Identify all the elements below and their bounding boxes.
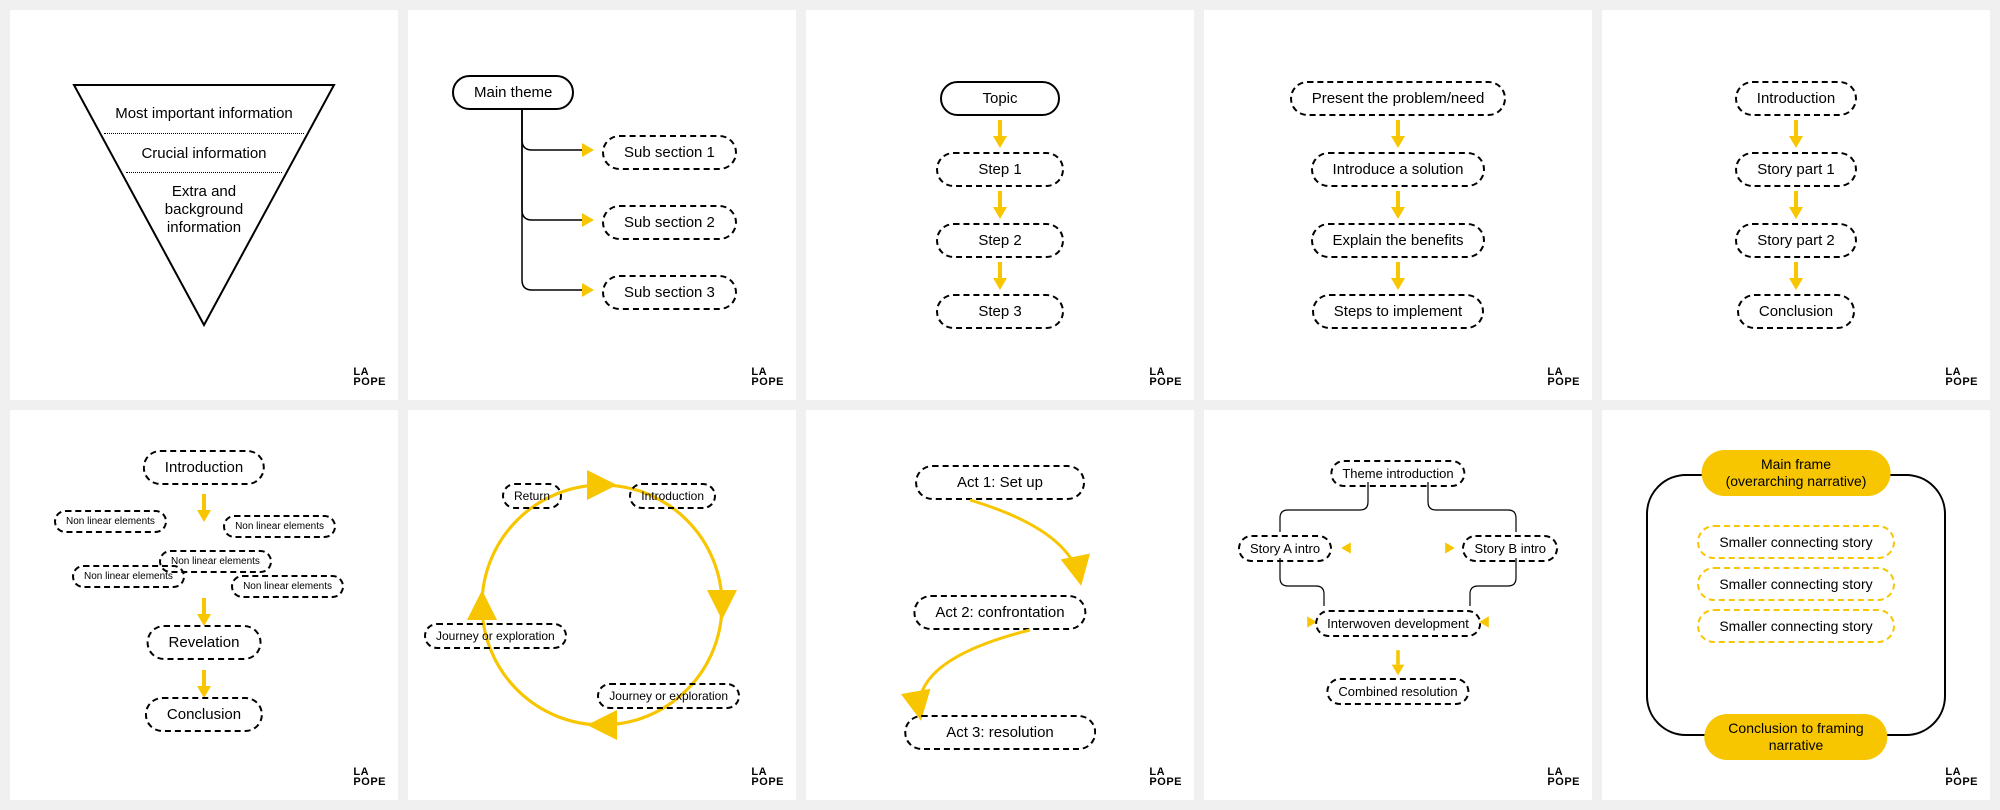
tri-line-3: Extra and — [64, 183, 344, 200]
prob-pill-1: Present the problem/need — [1290, 81, 1507, 116]
nl-2: Non linear elements — [223, 515, 336, 538]
watermark: LAPOPE — [1547, 768, 1580, 788]
arrow-down-icon — [1789, 136, 1803, 148]
card-topic-steps: Topic Step 1 Step 2 Step 3 LAPOPE — [806, 10, 1194, 400]
circle-node-journey-2: Journey or exploration — [424, 623, 567, 649]
card-inverted-pyramid: Most important information Crucial infor… — [10, 10, 398, 400]
watermark: LAPOPE — [353, 768, 386, 788]
act-1-pill: Act 1: Set up — [915, 465, 1085, 500]
branch-lines — [512, 110, 602, 310]
arrow-down-icon — [1392, 665, 1405, 676]
frame-l2: (overarching narrative) — [1726, 473, 1867, 489]
tri-line-2: Crucial information — [64, 145, 344, 162]
sub-pill-3: Sub section 3 — [602, 275, 737, 310]
frame-l1: Main frame — [1761, 456, 1831, 472]
main-frame-pill: Main frame (overarching narrative) — [1702, 450, 1891, 496]
step-pill-2: Step 2 — [936, 223, 1063, 258]
act-3-pill: Act 3: resolution — [904, 715, 1096, 750]
watermark: LAPOPE — [1945, 368, 1978, 388]
arrow-down-icon — [1789, 278, 1803, 290]
act-arrow-1 — [890, 500, 1130, 600]
story-pill-2: Smaller connecting story — [1697, 567, 1894, 601]
arrow-down-icon — [1789, 207, 1803, 219]
card-problem-solution: Present the problem/need Introduce a sol… — [1204, 10, 1592, 400]
sub-pill-2: Sub section 2 — [602, 205, 737, 240]
act-2-pill: Act 2: confrontation — [913, 595, 1086, 630]
topic-pill: Topic — [940, 81, 1059, 116]
arrow-down-icon — [993, 278, 1007, 290]
watermark: LAPOPE — [751, 768, 784, 788]
watermark: LAPOPE — [353, 368, 386, 388]
arrow-down-icon — [1391, 278, 1405, 290]
conclusion-frame-pill: Conclusion to framing narrative — [1704, 714, 1887, 760]
main-theme-pill: Main theme — [452, 75, 574, 110]
card-nonlinear: Introduction Non linear elements Non lin… — [10, 410, 398, 800]
split-lines — [1228, 482, 1568, 542]
story-pill-4: Conclusion — [1737, 294, 1855, 329]
step-pill-3: Step 3 — [936, 294, 1063, 329]
conc-l1: Conclusion to framing — [1728, 720, 1863, 736]
story-pill-1: Smaller connecting story — [1697, 525, 1894, 559]
tri-line-4: background — [64, 201, 344, 218]
circle-node-journey-1: Journey or exploration — [597, 683, 740, 709]
arrow-right-icon — [582, 283, 594, 297]
revelation-pill: Revelation — [147, 625, 262, 660]
interwoven-pill: Interwoven development — [1315, 610, 1481, 637]
nl-4: Non linear elements — [72, 565, 185, 588]
arrow-down-icon — [993, 136, 1007, 148]
arrow-down-icon — [197, 510, 211, 522]
nl-5: Non linear elements — [231, 575, 344, 598]
story-pill-3: Smaller connecting story — [1697, 609, 1894, 643]
conc-l2: narrative — [1769, 737, 1823, 753]
arrow-down-icon — [1391, 136, 1405, 148]
watermark: LAPOPE — [1149, 368, 1182, 388]
tri-line-5: information — [64, 219, 344, 236]
watermark: LAPOPE — [1149, 768, 1182, 788]
resolution-pill: Combined resolution — [1326, 678, 1469, 705]
card-three-acts: Act 1: Set up Act 2: confrontation Act 3… — [806, 410, 1194, 800]
arrow-right-icon — [1445, 542, 1455, 553]
tri-line-1: Most important information — [64, 105, 344, 122]
arrow-left-icon — [1341, 542, 1351, 553]
card-story-structure: Introduction Story part 1 Story part 2 C… — [1602, 10, 1990, 400]
story-pill-1: Introduction — [1735, 81, 1857, 116]
merge-lines — [1228, 558, 1568, 618]
arrow-down-icon — [1391, 207, 1405, 219]
card-framing-narrative: Main frame (overarching narrative) Small… — [1602, 410, 1990, 800]
step-pill-1: Step 1 — [936, 152, 1063, 187]
prob-pill-3: Explain the benefits — [1311, 223, 1486, 258]
diagram-grid: Most important information Crucial infor… — [0, 0, 2000, 810]
card-main-theme: Main theme Sub section 1 Sub section 2 S… — [408, 10, 796, 400]
circle-node-return: Return — [502, 483, 562, 509]
conclusion-pill: Conclusion — [145, 697, 263, 732]
arrow-right-icon — [582, 213, 594, 227]
intro-pill: Introduction — [143, 450, 265, 485]
card-interwoven: Theme introduction Story A intro Story B… — [1204, 410, 1592, 800]
sub-pill-1: Sub section 1 — [602, 135, 737, 170]
arrow-down-icon — [993, 207, 1007, 219]
watermark: LAPOPE — [1945, 768, 1978, 788]
story-pill-2: Story part 1 — [1735, 152, 1857, 187]
card-circular-journey: Introduction Journey or exploration Jour… — [408, 410, 796, 800]
arrow-right-icon — [582, 143, 594, 157]
circle-node-intro: Introduction — [629, 483, 716, 509]
prob-pill-2: Introduce a solution — [1311, 152, 1486, 187]
prob-pill-4: Steps to implement — [1312, 294, 1484, 329]
watermark: LAPOPE — [1547, 368, 1580, 388]
story-pill-3: Story part 2 — [1735, 223, 1857, 258]
nl-1: Non linear elements — [54, 510, 167, 533]
watermark: LAPOPE — [751, 368, 784, 388]
